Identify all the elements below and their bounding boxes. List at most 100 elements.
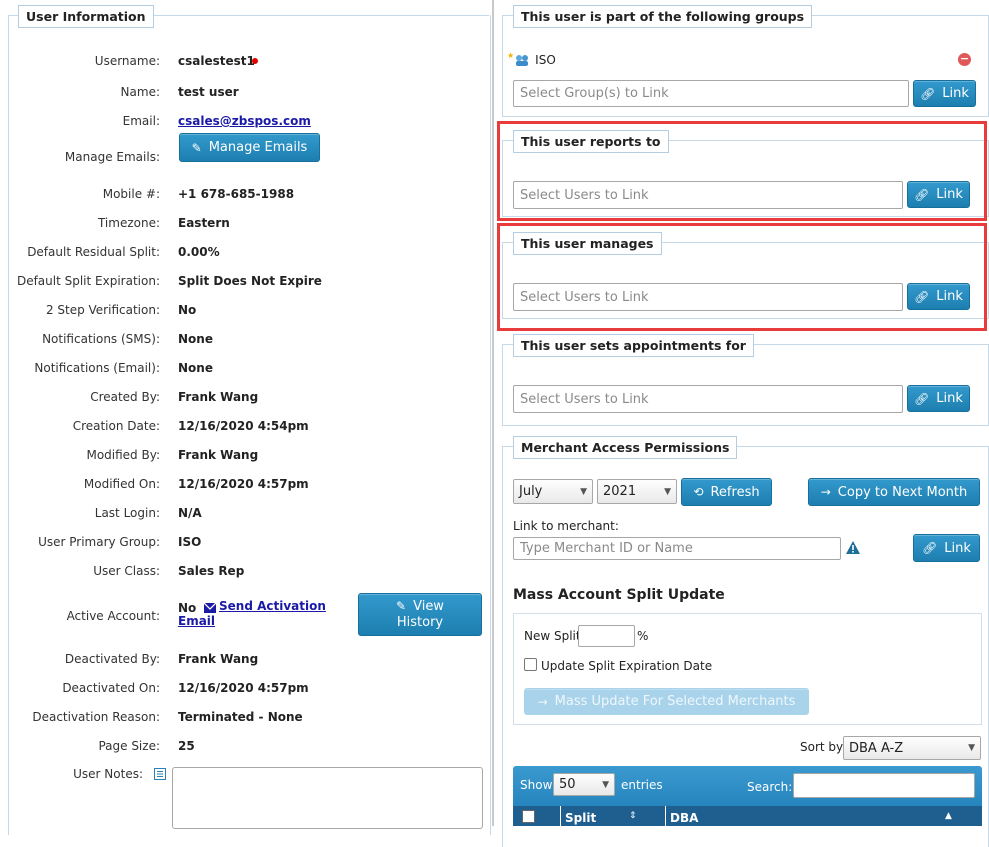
- mass-update-title: Mass Account Split Update: [513, 587, 725, 603]
- entries-select[interactable]: 50 ▼: [553, 773, 615, 796]
- field-value: 12/16/2020 4:54pm: [178, 419, 309, 433]
- user-info-row: 2 Step Verification: No: [0, 301, 480, 321]
- update-expiration-checkbox[interactable]: [524, 658, 537, 671]
- sort-by-select[interactable]: DBA A-Z ▼: [843, 736, 981, 760]
- user-info-row: Default Residual Split: 0.00%: [0, 243, 480, 263]
- select-all-checkbox[interactable]: [522, 810, 535, 823]
- email-value[interactable]: csales@zbspos.com: [178, 114, 311, 128]
- field-value: Frank Wang: [178, 448, 259, 462]
- group-item: ★ ISO: [507, 51, 556, 69]
- field-label: 2 Step Verification:: [45, 303, 160, 317]
- group-icon: [515, 54, 529, 67]
- remove-group-icon[interactable]: −: [958, 53, 971, 66]
- groups-link-button[interactable]: 🔗︎ Link: [913, 80, 976, 107]
- user-info-row: Name: test user: [0, 83, 480, 103]
- field-value: 12/16/2020 4:57pm: [178, 681, 309, 695]
- user-info-row: Deactivation Reason: Terminated - None: [0, 708, 480, 728]
- history-label: History: [396, 615, 444, 630]
- manage-emails-button[interactable]: ✎ Manage Emails: [179, 133, 320, 162]
- refresh-icon: ⟲: [693, 485, 704, 499]
- field-label: Default Residual Split:: [27, 245, 160, 259]
- user-info-row: Deactivated On: 12/16/2020 4:57pm: [0, 679, 480, 699]
- link-to-merchant-label: Link to merchant:: [513, 519, 619, 533]
- active-status: No: [178, 601, 197, 615]
- chevron-down-icon: ▼: [664, 486, 671, 497]
- user-info-row: Email: csales@zbspos.com: [0, 112, 480, 132]
- user-info-row: User Notes:: [0, 765, 483, 829]
- user-info-row: Notifications (Email): None: [0, 359, 480, 379]
- view-history-line1: ✎ View: [396, 598, 444, 615]
- send-activation-email-link[interactable]: Email: [178, 614, 215, 628]
- field-value: N/A: [178, 506, 202, 520]
- col-split-header[interactable]: Split: [565, 811, 596, 825]
- merchant-link-label: Link: [944, 540, 971, 556]
- manages-highlight: [497, 223, 987, 331]
- field-value: Split Does Not Expire: [178, 274, 322, 288]
- user-info-row: Creation Date: 12/16/2020 4:54pm: [0, 417, 480, 437]
- user-info-row: Active Account: No Send Activation Email ✎ Vi…: [0, 593, 482, 636]
- search-label: Search:: [747, 780, 793, 794]
- field-value: 12/16/2020 4:57pm: [178, 477, 309, 491]
- warning-icon: [846, 541, 860, 557]
- header-separator: [560, 806, 561, 826]
- pencil-icon: ✎: [396, 599, 407, 613]
- field-label: User Notes:: [73, 767, 143, 781]
- show-label: Show: [520, 778, 553, 792]
- col-dba-header[interactable]: DBA: [670, 811, 698, 825]
- field-value: Sales Rep: [178, 564, 245, 578]
- field-label: Modified By:: [86, 448, 160, 462]
- copy-next-month-label: Copy to Next Month: [837, 484, 968, 500]
- merchant-link-button[interactable]: 🔗︎ Link: [913, 534, 980, 562]
- mass-update-label: Mass Update For Selected Merchants: [554, 694, 796, 709]
- status-dot-icon: [252, 58, 258, 64]
- table-search-input[interactable]: [793, 773, 975, 798]
- group-name: ISO: [535, 53, 556, 67]
- appointments-legend: This user sets appointments for: [513, 334, 754, 357]
- new-split-label: New Split: [524, 629, 581, 643]
- merchant-search-input[interactable]: Type Merchant ID or Name: [513, 537, 841, 560]
- link-icon: 🔗︎: [914, 391, 930, 406]
- field-label: Mobile #:: [102, 187, 160, 201]
- field-label: Created By:: [90, 390, 160, 404]
- chevron-down-icon: ▼: [968, 743, 975, 753]
- field-value: +1 678-685-1988: [178, 187, 295, 201]
- user-information-legend: User Information: [18, 5, 154, 28]
- user-info-row: Timezone: Eastern: [0, 214, 480, 234]
- field-label: Page Size:: [98, 739, 160, 753]
- year-value: 2021: [603, 484, 637, 499]
- field-label: Deactivated On:: [62, 681, 160, 695]
- groups-link-label: Link: [942, 86, 969, 101]
- groups-legend: This user is part of the following group…: [513, 5, 813, 28]
- field-value: Eastern: [178, 216, 230, 230]
- year-select[interactable]: 2021 ▼: [597, 479, 677, 504]
- email-link[interactable]: csales@zbspos.com: [178, 112, 311, 130]
- new-split-input[interactable]: [578, 625, 635, 647]
- appointments-link-button[interactable]: 🔗︎ Link: [907, 385, 970, 412]
- user-info-row: Page Size: 25: [0, 737, 480, 757]
- star-icon: ★: [507, 51, 515, 60]
- mass-update-button[interactable]: → Mass Update For Selected Merchants: [524, 688, 809, 715]
- entries-label: entries: [621, 778, 663, 792]
- field-label: Active Account:: [66, 609, 160, 623]
- arrow-right-icon: →: [537, 694, 548, 709]
- field-label: Last Login:: [94, 506, 160, 520]
- field-value: None: [178, 361, 213, 375]
- field-value: 0.00%: [178, 245, 220, 259]
- user-info-row: Created By: Frank Wang: [0, 388, 480, 408]
- field-value: test user: [178, 85, 239, 99]
- copy-next-month-button[interactable]: → Copy to Next Month: [808, 478, 980, 506]
- notes-icon: [154, 768, 166, 783]
- refresh-label: Refresh: [710, 484, 760, 500]
- groups-select-input[interactable]: Select Group(s) to Link: [513, 80, 909, 107]
- appointments-link-label: Link: [936, 391, 963, 406]
- user-info-row: User Primary Group: ISO: [0, 533, 480, 553]
- view-label: View: [413, 599, 444, 614]
- field-value: Frank Wang: [178, 652, 259, 666]
- appointments-input[interactable]: Select Users to Link: [513, 385, 903, 413]
- refresh-button[interactable]: ⟲ Refresh: [681, 478, 772, 506]
- send-activation-link[interactable]: Send Activation: [219, 599, 326, 613]
- field-label: Notifications (SMS):: [42, 332, 160, 346]
- user-notes-textarea[interactable]: [172, 767, 483, 829]
- month-select[interactable]: July ▼: [513, 479, 593, 504]
- view-history-button[interactable]: ✎ View History: [358, 593, 482, 636]
